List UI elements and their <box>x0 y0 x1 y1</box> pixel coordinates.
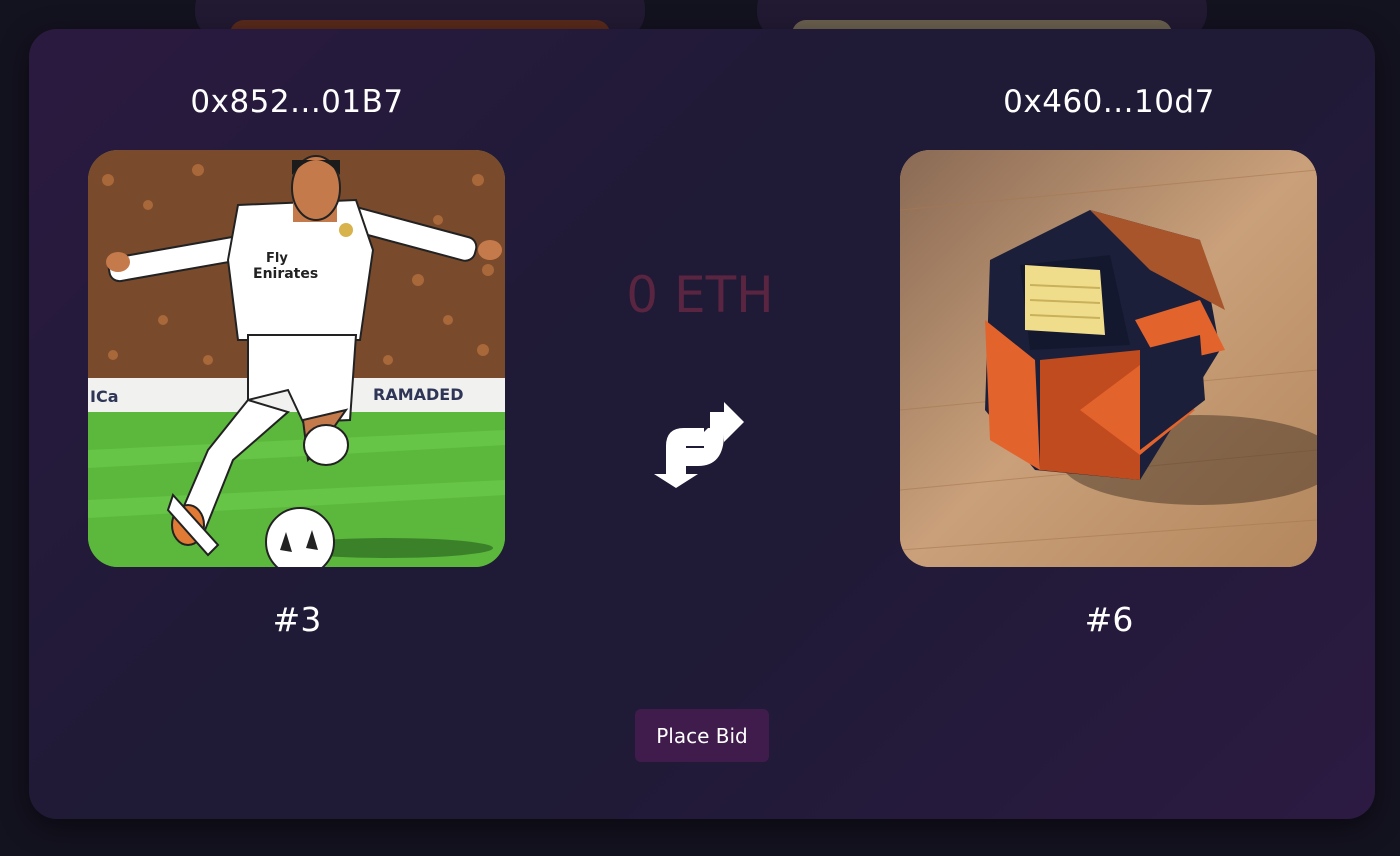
svg-text:ICa: ICa <box>90 387 119 406</box>
price-display: 0 ETH <box>626 266 774 324</box>
place-bid-button[interactable]: Place Bid <box>635 709 769 762</box>
puzzle-cube-nft-image[interactable] <box>900 150 1317 567</box>
right-token-id: #6 <box>1084 600 1134 639</box>
left-owner-address: 0x852...01B7 <box>190 84 404 120</box>
swap-arrows-icon <box>648 388 756 488</box>
svg-text:Fly: Fly <box>266 251 288 266</box>
svg-text:RAMADED: RAMADED <box>373 385 464 404</box>
soccer-player-nft-image[interactable]: RAMADED ICa Fly Enirates <box>88 150 505 567</box>
left-token-id: #3 <box>272 600 322 639</box>
svg-text:Enirates: Enirates <box>253 266 318 282</box>
right-owner-address: 0x460...10d7 <box>1003 84 1215 120</box>
